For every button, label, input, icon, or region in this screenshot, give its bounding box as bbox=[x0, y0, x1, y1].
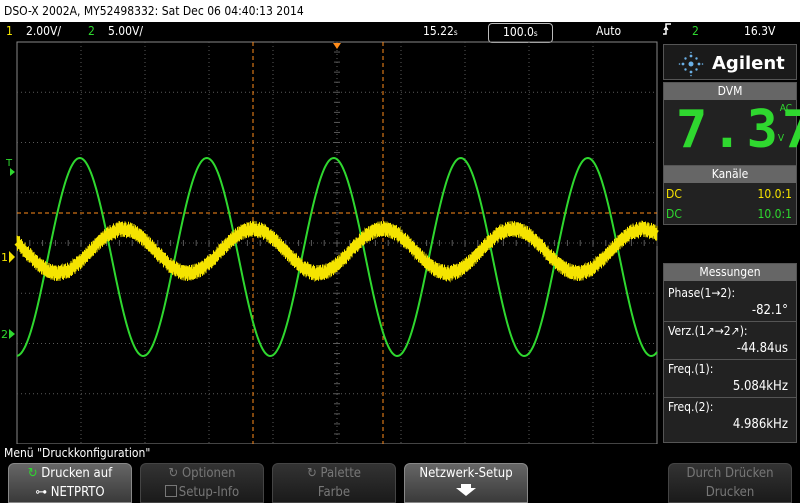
timebase-value: 15.22 bbox=[423, 24, 454, 38]
measurement-value: -44.84us bbox=[736, 341, 788, 356]
rotary-knob-icon: ↻ bbox=[27, 466, 38, 481]
softkey-value: NETPRTO bbox=[50, 485, 105, 500]
ch1-number: 1 bbox=[6, 24, 13, 38]
menu-title: Menü "Druckkonfiguration" bbox=[4, 446, 151, 460]
network-setup-softkey[interactable]: Netzwerk-Setup bbox=[404, 463, 528, 503]
checkbox-icon bbox=[164, 485, 177, 497]
measurement-value: -82.1° bbox=[751, 303, 788, 318]
softkey-label: Palette bbox=[320, 466, 361, 481]
status-bar: 1 2.00V/ 2 5.00V/ 15.22s 100.0s Auto 2 1… bbox=[0, 22, 800, 43]
zoom-value: 100.0 bbox=[503, 25, 534, 39]
ch2-ground-arrow-icon bbox=[9, 329, 15, 339]
graticule bbox=[16, 41, 658, 445]
channel-row-2: DC 10.0:1 bbox=[666, 205, 792, 223]
rotary-knob-icon: ↻ bbox=[307, 466, 317, 481]
zoom-unit: s bbox=[533, 29, 538, 38]
brand-logo: Agilent bbox=[663, 44, 797, 80]
trigger-source: 2 bbox=[692, 24, 699, 38]
softkey-value: Setup-Info bbox=[178, 485, 240, 500]
rotary-knob-icon: ↻ bbox=[168, 466, 179, 481]
channel-2-probe: 10.0:1 bbox=[757, 207, 792, 221]
dvm-mode: AC bbox=[779, 103, 792, 114]
softkey-label: Optionen bbox=[181, 466, 236, 481]
side-panel: Agilent DVM 7.37 AC V Kanäle DC 10.0:1 D… bbox=[660, 41, 800, 444]
timebase-readout[interactable]: 15.22s bbox=[423, 22, 458, 42]
channel-1-probe: 10.0:1 bbox=[757, 187, 792, 201]
brand-name: Agilent bbox=[712, 53, 785, 74]
ch2-ground-marker[interactable]: 2 bbox=[1, 328, 8, 341]
trigger-position-marker[interactable] bbox=[333, 43, 341, 49]
channels-header: Kanäle bbox=[664, 166, 796, 183]
waveform-display[interactable]: T 1 2 bbox=[0, 41, 660, 445]
rising-edge-icon bbox=[662, 22, 672, 42]
measurements-card[interactable]: Messungen Phase(1→2): -82.1° Verz.(1↗→2↗… bbox=[663, 263, 797, 443]
softkey-label: Netzwerk-Setup bbox=[419, 466, 513, 481]
divider bbox=[664, 359, 796, 360]
spark-icon bbox=[678, 51, 704, 81]
softkey-value: Farbe bbox=[317, 485, 351, 500]
submenu-arrow-icon bbox=[405, 483, 527, 502]
divider bbox=[664, 397, 796, 398]
channel-1-coupling: DC bbox=[666, 187, 682, 201]
print-to-softkey[interactable]: ↻ Drucken auf ⊶ NETPRTO bbox=[8, 463, 132, 503]
trigger-level[interactable]: 16.3V bbox=[744, 22, 775, 41]
measurement-label: Verz.(1↗→2↗): bbox=[668, 324, 748, 338]
dvm-header: DVM bbox=[664, 83, 796, 100]
measurements-header: Messungen bbox=[664, 264, 796, 281]
measurement-label: Phase(1→2): bbox=[668, 286, 736, 300]
channels-card[interactable]: Kanäle DC 10.0:1 DC 10.0:1 bbox=[663, 165, 797, 225]
dvm-card[interactable]: DVM 7.37 AC V bbox=[663, 82, 800, 166]
softkey-label: Drucken auf bbox=[41, 466, 113, 481]
ch2-scale[interactable]: 5.00V/ bbox=[108, 22, 143, 41]
window-title: DSO-X 2002A, MY52498332: Sat Dec 06 04:4… bbox=[0, 0, 800, 22]
measurement-value: 4.986kHz bbox=[732, 417, 788, 432]
ch2-number: 2 bbox=[88, 24, 95, 38]
ch1-ground-arrow-icon bbox=[9, 251, 15, 263]
trigger-arrow-icon bbox=[10, 168, 15, 176]
measurement-label: Freq.(2): bbox=[668, 400, 714, 414]
ch1-scale[interactable]: 2.00V/ bbox=[26, 22, 61, 41]
channel-2-coupling: DC bbox=[666, 207, 682, 221]
measurement-label: Freq.(1): bbox=[668, 362, 714, 376]
softkey-value: Drucken bbox=[705, 485, 755, 500]
palette-softkey[interactable]: ↻ Palette Farbe bbox=[272, 463, 396, 503]
measurement-value: 5.084kHz bbox=[732, 379, 788, 394]
trigger-mode[interactable]: Auto bbox=[596, 22, 621, 41]
dvm-unit: V bbox=[777, 133, 784, 144]
options-softkey[interactable]: ↻ Optionen Setup-Info bbox=[140, 463, 264, 503]
print-softkey[interactable]: Durch Drücken Drucken bbox=[668, 463, 792, 503]
timebase-unit: s bbox=[453, 28, 458, 37]
channel-row-1: DC 10.0:1 bbox=[666, 185, 792, 203]
softkey-label: Durch Drücken bbox=[686, 466, 774, 481]
zoom-readout[interactable]: 100.0s bbox=[488, 23, 553, 43]
trigger-level-marker[interactable]: T bbox=[5, 158, 13, 169]
ch1-ground-marker[interactable]: 1 bbox=[1, 251, 8, 264]
network-icon: ⊶ bbox=[35, 485, 48, 500]
divider bbox=[664, 321, 796, 322]
